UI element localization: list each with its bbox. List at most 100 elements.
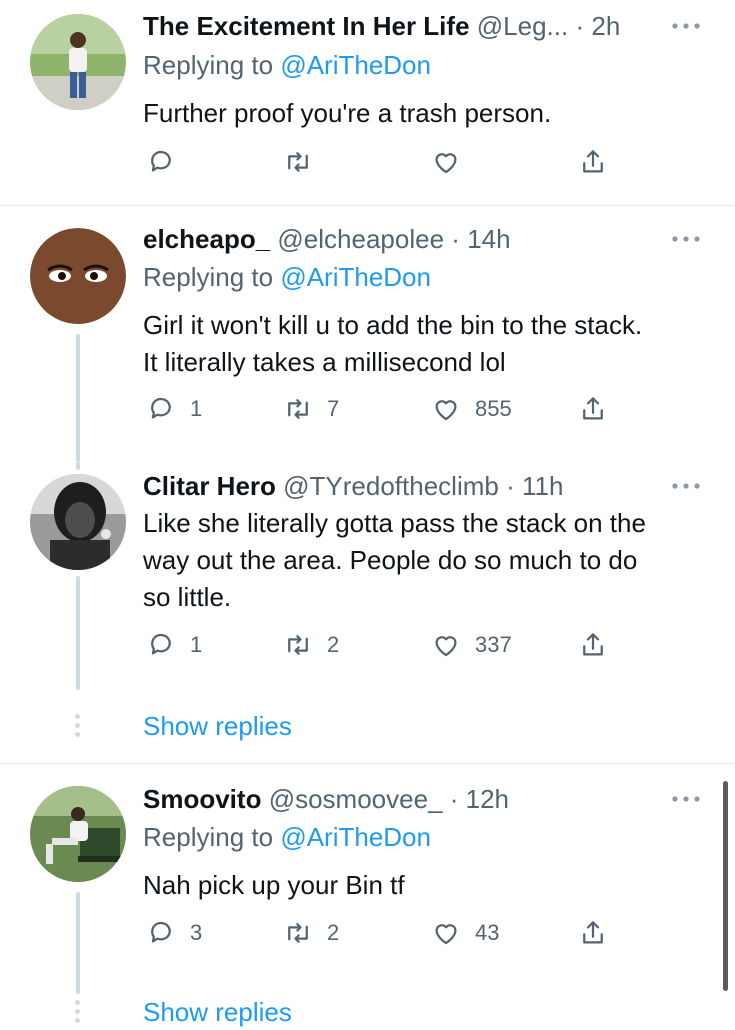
thread-line — [76, 576, 80, 690]
share-button[interactable] — [578, 628, 608, 662]
action-bar: 1 7 855 — [143, 392, 623, 426]
display-name[interactable]: Clitar Hero — [143, 471, 276, 501]
retweet-icon — [288, 152, 308, 172]
retweet-button[interactable]: 2 — [283, 916, 339, 950]
tweet[interactable]: Clitar Hero @TYredoftheclimb · 11h Like … — [0, 462, 735, 702]
tweet-header: The Excitement In Her Life @Leg... · 2h — [143, 8, 699, 44]
display-name[interactable]: The Excitement In Her Life — [143, 11, 470, 41]
share-icon — [583, 921, 603, 944]
separator: · — [506, 471, 515, 501]
more-icon[interactable] — [671, 235, 701, 243]
like-count: 855 — [475, 396, 512, 421]
tweet-header: elcheapo_ @elcheapolee · 14h — [143, 221, 699, 257]
reply-button[interactable]: 1 — [146, 392, 202, 426]
like-count: 337 — [475, 632, 512, 657]
tweet-text: Nah pick up your Bin tf — [143, 867, 705, 904]
separator: · — [451, 224, 460, 254]
retweet-count: 2 — [327, 920, 340, 945]
avatar[interactable] — [30, 14, 126, 110]
separator: · — [449, 784, 459, 814]
thread-line — [76, 892, 80, 994]
more-replies-dots — [74, 714, 82, 741]
tweet-text-line: Like she literally gotta pass the stack … — [143, 508, 646, 538]
tweet-text: Like she literally gotta pass the stack … — [143, 505, 705, 616]
reply-icon — [151, 633, 171, 655]
retweet-icon — [288, 399, 308, 419]
tweet-text-line: way out the area. People do so much to d… — [143, 545, 638, 575]
like-count: 43 — [475, 920, 500, 945]
replying-to-label: Replying to — [143, 50, 274, 80]
tweet-text-line: It literally takes a millisecond lol — [143, 347, 506, 377]
replying-to-label: Replying to — [143, 822, 274, 852]
avatar[interactable] — [30, 228, 126, 324]
avatar[interactable] — [30, 474, 126, 570]
share-button[interactable] — [578, 145, 608, 179]
replying-to: Replying to @AriTheDon — [143, 47, 431, 83]
timestamp[interactable]: 11h — [522, 471, 563, 501]
share-icon — [583, 633, 603, 656]
tweet-text-line: Girl it won't kill u to add the bin to t… — [143, 310, 643, 340]
like-button[interactable]: 337 — [431, 628, 512, 662]
replying-to: Replying to @AriTheDon — [143, 819, 431, 855]
action-bar — [143, 145, 623, 179]
heart-icon — [435, 400, 457, 421]
more-icon[interactable] — [671, 482, 701, 490]
share-icon — [583, 150, 603, 173]
like-button[interactable]: 855 — [431, 392, 512, 426]
retweet-count: 2 — [327, 632, 340, 657]
reply-button[interactable]: 3 — [146, 916, 202, 950]
reply-icon — [151, 921, 171, 943]
thread-line — [76, 462, 80, 470]
more-icon[interactable] — [671, 22, 701, 30]
show-replies-link[interactable]: Show replies — [143, 708, 292, 744]
user-handle[interactable]: @sosmoovee_ — [269, 784, 443, 814]
tweet[interactable]: Smoovito @sosmoovee_ · 12h Replying to @… — [0, 764, 735, 994]
reply-count: 1 — [190, 396, 203, 421]
timestamp[interactable]: 2h — [591, 11, 620, 41]
tweet[interactable]: elcheapo_ @elcheapolee · 14h Replying to… — [0, 206, 735, 462]
scrollbar[interactable] — [723, 781, 728, 991]
share-icon — [583, 397, 603, 420]
more-replies-dots — [74, 1000, 82, 1027]
action-bar: 1 2 337 — [143, 628, 623, 662]
retweet-button[interactable] — [283, 145, 327, 179]
display-name[interactable]: Smoovito — [143, 784, 261, 814]
reply-count: 3 — [190, 920, 203, 945]
show-replies-link[interactable]: Show replies — [143, 994, 292, 1030]
reply-button[interactable]: 1 — [146, 628, 202, 662]
tweet-text-line: Nah pick up your Bin tf — [143, 870, 405, 900]
user-handle[interactable]: @Leg... — [477, 11, 568, 41]
mention-link[interactable]: @AriTheDon — [280, 262, 431, 292]
heart-icon — [435, 924, 457, 945]
action-bar: 3 2 43 — [143, 916, 623, 950]
tweet-text-line: Further proof you're a trash person. — [143, 98, 552, 128]
thread-line — [76, 334, 80, 462]
reply-button[interactable] — [146, 145, 190, 179]
avatar[interactable] — [30, 786, 126, 882]
tweet-header: Clitar Hero @TYredoftheclimb · 11h — [143, 468, 699, 504]
retweet-icon — [288, 923, 308, 943]
retweet-count: 7 — [327, 396, 340, 421]
tweet-header: Smoovito @sosmoovee_ · 12h — [143, 781, 699, 817]
share-button[interactable] — [578, 916, 608, 950]
like-button[interactable] — [431, 145, 475, 179]
heart-icon — [435, 153, 457, 174]
tweet-text: Further proof you're a trash person. — [143, 95, 705, 132]
tweet[interactable]: The Excitement In Her Life @Leg... · 2h … — [0, 0, 735, 205]
separator: · — [575, 11, 585, 41]
timestamp[interactable]: 14h — [467, 224, 510, 254]
retweet-icon — [288, 635, 308, 655]
mention-link[interactable]: @AriTheDon — [280, 50, 431, 80]
retweet-button[interactable]: 2 — [283, 628, 339, 662]
user-handle[interactable]: @TYredoftheclimb — [283, 471, 499, 501]
share-button[interactable] — [578, 392, 608, 426]
more-icon[interactable] — [671, 795, 701, 803]
display-name[interactable]: elcheapo_ — [143, 224, 270, 254]
user-handle[interactable]: @elcheapolee — [277, 224, 444, 254]
timestamp[interactable]: 12h — [466, 784, 509, 814]
replying-to: Replying to @AriTheDon — [143, 259, 431, 295]
reply-count: 1 — [190, 632, 203, 657]
like-button[interactable]: 43 — [431, 916, 499, 950]
mention-link[interactable]: @AriTheDon — [280, 822, 431, 852]
retweet-button[interactable]: 7 — [283, 392, 339, 426]
